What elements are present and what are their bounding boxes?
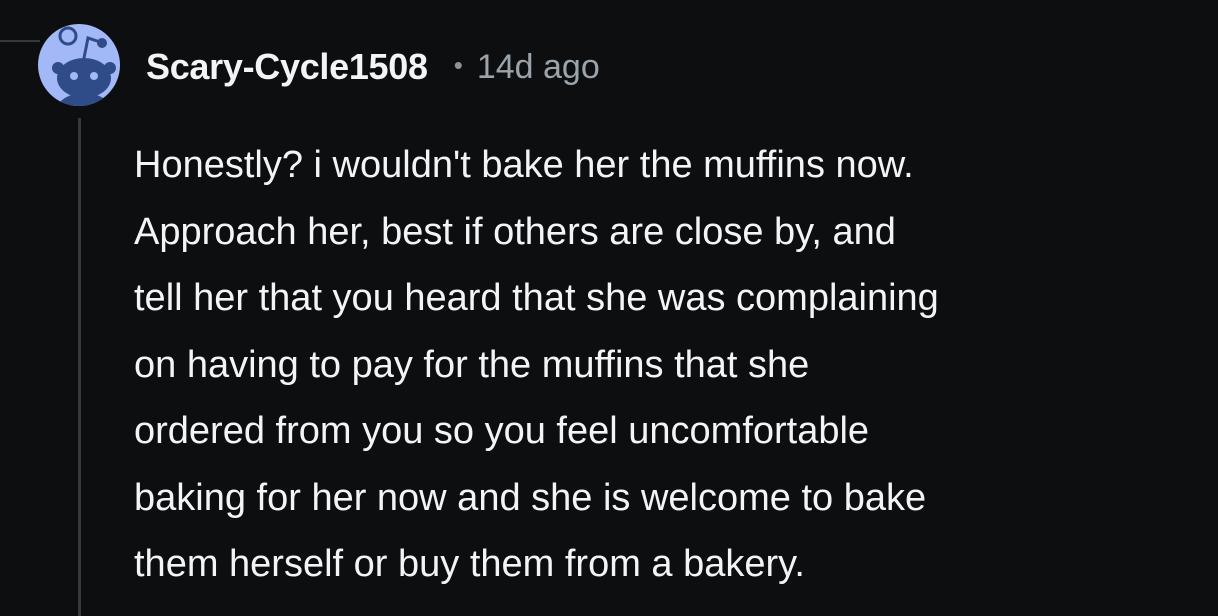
comment-line: ordered from you so you feel uncomfortab… (134, 410, 870, 452)
comment-line: them herself or buy them from a bakery. (134, 543, 805, 585)
thread-connector (0, 0, 40, 42)
separator-dot: • (453, 49, 463, 80)
comment-line: Honestly? i wouldn't bake her the muffin… (134, 144, 914, 186)
thread-line[interactable] (78, 118, 81, 616)
comment: Scary-Cycle1508 • 14d ago Honestly? i wo… (0, 0, 1218, 616)
timestamp[interactable]: 14d ago (477, 48, 600, 87)
comment-body: Honestly? i wouldn't bake her the muffin… (134, 132, 1204, 598)
comment-line: on having to pay for the muffins that sh… (134, 343, 810, 386)
avatar[interactable] (38, 12, 120, 118)
snoo-avatar-icon (38, 24, 120, 106)
comment-line: Approach her, best if others are close b… (134, 210, 896, 253)
comment-line: tell her that you heard that she was com… (134, 277, 939, 319)
comment-meta: Scary-Cycle1508 • 14d ago (146, 42, 600, 92)
comment-line: baking for her now and she is welcome to… (134, 476, 927, 519)
username-link[interactable]: Scary-Cycle1508 (146, 46, 428, 88)
